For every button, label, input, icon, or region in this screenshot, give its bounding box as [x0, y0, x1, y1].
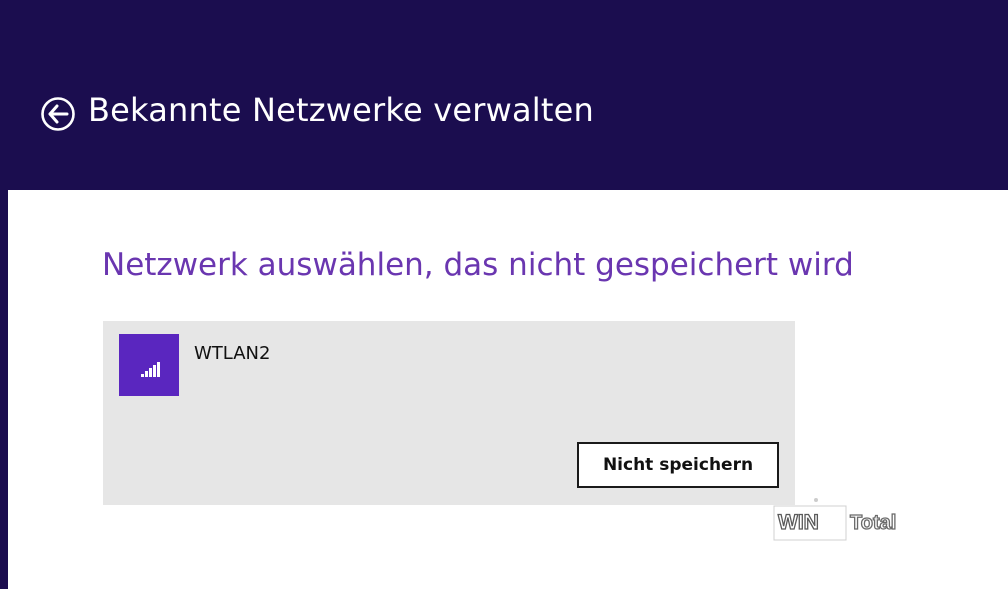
watermark-logo: WIN Total	[770, 496, 922, 542]
wifi-signal-icon	[141, 362, 160, 377]
page-title: Bekannte Netzwerke verwalten	[88, 91, 594, 129]
network-tile	[119, 334, 179, 396]
forget-network-button[interactable]: Nicht speichern	[577, 442, 779, 488]
back-arrow-circle-icon	[41, 97, 75, 131]
section-heading: Netzwerk auswählen, das nicht gespeicher…	[102, 247, 854, 283]
settings-window: Bekannte Netzwerke verwalten Netzwerk au…	[0, 0, 1008, 589]
svg-text:Total: Total	[850, 512, 896, 534]
network-list-item[interactable]: WTLAN2 Nicht speichern	[103, 321, 795, 505]
back-button[interactable]	[40, 96, 76, 132]
page-header: Bekannte Netzwerke verwalten	[0, 0, 1008, 190]
network-name: WTLAN2	[194, 343, 271, 364]
svg-text:WIN: WIN	[778, 511, 819, 534]
